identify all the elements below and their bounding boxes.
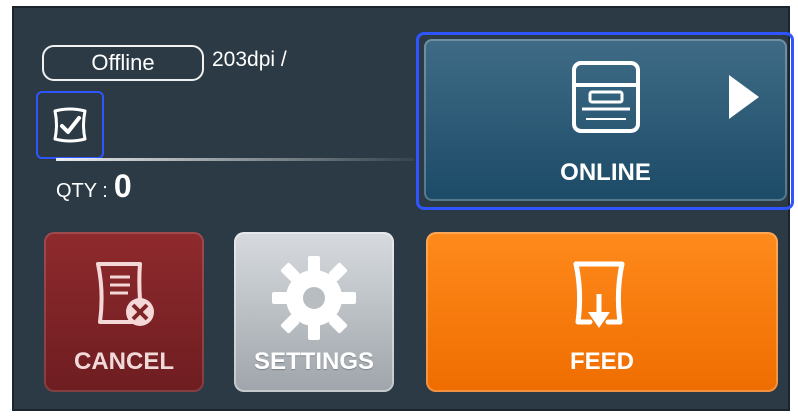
online-button-label: ONLINE xyxy=(560,159,651,186)
qty-value: 0 xyxy=(113,168,132,204)
cancel-document-icon xyxy=(96,262,154,326)
gear-icon xyxy=(272,256,356,340)
feed-button[interactable]: FEED xyxy=(426,232,778,392)
checkbox-toggle[interactable] xyxy=(36,91,104,159)
checkbox-icon xyxy=(53,107,87,143)
status-offline-badge: Offline xyxy=(42,45,204,81)
quantity-display: QTY : 0 xyxy=(56,168,132,205)
cancel-button-label: CANCEL xyxy=(74,348,174,375)
feed-button-label: FEED xyxy=(569,348,634,375)
status-text: Offline xyxy=(91,50,155,75)
feed-paper-icon xyxy=(573,261,625,328)
printer-icon xyxy=(572,61,640,133)
resolution-text: 203dpi / xyxy=(212,48,287,71)
divider-line xyxy=(56,158,414,161)
settings-button-label: SETTINGS xyxy=(253,348,374,375)
qty-label: QTY : xyxy=(56,180,108,202)
play-arrow-icon xyxy=(729,75,759,119)
online-button[interactable]: ONLINE xyxy=(424,39,787,201)
cancel-button[interactable]: CANCEL xyxy=(44,232,204,392)
printer-panel: Offline 203dpi / QTY : 0 ONLINE CANCEL S… xyxy=(12,6,794,411)
settings-button[interactable]: SETTINGS xyxy=(234,232,394,392)
